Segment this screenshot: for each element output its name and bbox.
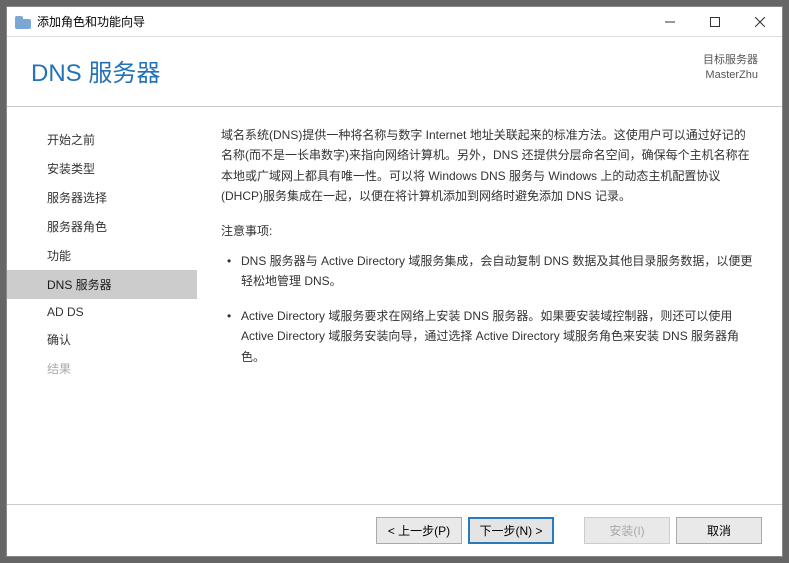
sidebar-item-label: 开始之前 — [47, 133, 95, 147]
sidebar-item-confirm[interactable]: 确认 — [7, 325, 197, 354]
window-controls — [647, 7, 782, 36]
note-item: DNS 服务器与 Active Directory 域服务集成，会自动复制 DN… — [227, 251, 754, 292]
wizard-window: 添加角色和功能向导 DNS 服务器 目标服务器 MasterZhu 开始之前 安… — [6, 6, 783, 557]
notes-label: 注意事项: — [221, 221, 754, 241]
target-info: 目标服务器 MasterZhu — [703, 53, 758, 84]
sidebar: 开始之前 安装类型 服务器选择 服务器角色 功能 DNS 服务器 AD DS 确… — [7, 107, 197, 504]
notes-list: DNS 服务器与 Active Directory 域服务集成，会自动复制 DN… — [221, 251, 754, 367]
close-button[interactable] — [737, 7, 782, 36]
maximize-icon — [710, 17, 720, 27]
target-label: 目标服务器 — [703, 53, 758, 68]
close-icon — [755, 17, 765, 27]
sidebar-item-install-type[interactable]: 安装类型 — [7, 154, 197, 183]
sidebar-item-label: AD DS — [47, 305, 84, 319]
body: 开始之前 安装类型 服务器选择 服务器角色 功能 DNS 服务器 AD DS 确… — [7, 107, 782, 504]
previous-button[interactable]: < 上一步(P) — [376, 517, 462, 544]
footer: < 上一步(P) 下一步(N) > 安装(I) 取消 — [7, 504, 782, 556]
app-icon — [15, 15, 31, 29]
spacer — [560, 517, 578, 544]
sidebar-item-results: 结果 — [7, 354, 197, 383]
sidebar-item-label: DNS 服务器 — [47, 278, 112, 292]
target-name: MasterZhu — [703, 68, 758, 83]
sidebar-item-label: 确认 — [47, 333, 71, 347]
next-button[interactable]: 下一步(N) > — [468, 517, 554, 544]
note-item: Active Directory 域服务要求在网络上安装 DNS 服务器。如果要… — [227, 306, 754, 367]
titlebar: 添加角色和功能向导 — [7, 7, 782, 37]
sidebar-item-dns-server[interactable]: DNS 服务器 — [7, 270, 197, 299]
titlebar-text: 添加角色和功能向导 — [37, 13, 145, 30]
minimize-button[interactable] — [647, 7, 692, 36]
sidebar-item-label: 服务器角色 — [47, 220, 107, 234]
sidebar-item-server-select[interactable]: 服务器选择 — [7, 183, 197, 212]
sidebar-item-server-roles[interactable]: 服务器角色 — [7, 212, 197, 241]
sidebar-item-label: 功能 — [47, 249, 71, 263]
sidebar-item-label: 安装类型 — [47, 162, 95, 176]
page-title: DNS 服务器 — [31, 53, 160, 88]
sidebar-item-before-begin[interactable]: 开始之前 — [7, 125, 197, 154]
content: 域名系统(DNS)提供一种将名称与数字 Internet 地址关联起来的标准方法… — [197, 107, 782, 504]
cancel-button[interactable]: 取消 — [676, 517, 762, 544]
install-button: 安装(I) — [584, 517, 670, 544]
maximize-button[interactable] — [692, 7, 737, 36]
sidebar-item-features[interactable]: 功能 — [7, 241, 197, 270]
sidebar-item-ad-ds[interactable]: AD DS — [7, 299, 197, 325]
intro-text: 域名系统(DNS)提供一种将名称与数字 Internet 地址关联起来的标准方法… — [221, 125, 754, 207]
header: DNS 服务器 目标服务器 MasterZhu — [7, 37, 782, 107]
sidebar-item-label: 服务器选择 — [47, 191, 107, 205]
sidebar-item-label: 结果 — [47, 362, 71, 376]
minimize-icon — [665, 17, 675, 27]
